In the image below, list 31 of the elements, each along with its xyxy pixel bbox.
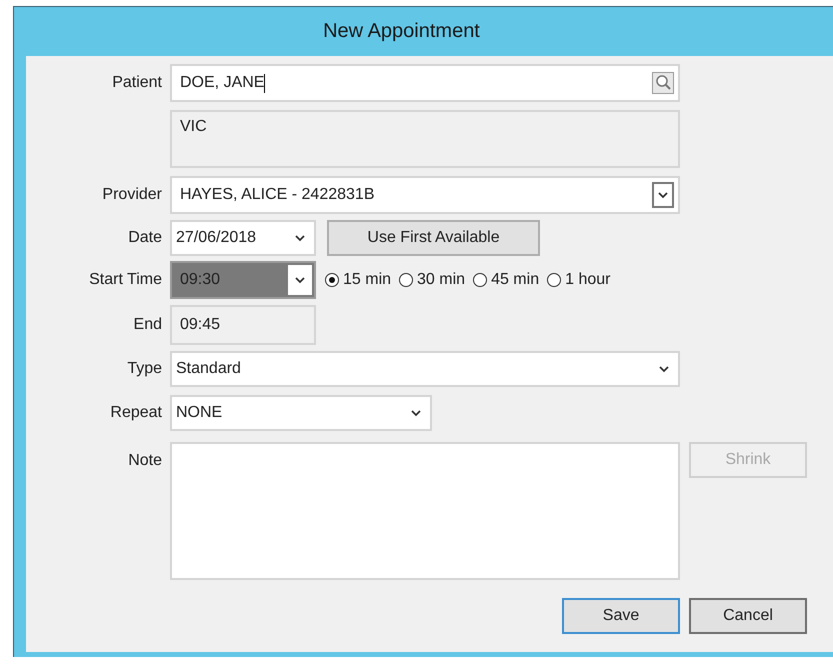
duration-radio[interactable]: 45 min [473, 271, 540, 289]
end-time-field: 09:45 [170, 305, 316, 345]
search-icon[interactable] [652, 72, 674, 94]
note-field[interactable] [170, 442, 680, 580]
dialog-button[interactable]: Save [562, 598, 680, 634]
address-box: VIC [170, 110, 680, 168]
field-label: Start Time [88, 271, 162, 289]
dialog-button[interactable]: Cancel [689, 598, 807, 634]
field-label: Repeat [109, 404, 162, 422]
chevron-down-icon [658, 365, 670, 373]
duration-radio[interactable]: 15 min [325, 271, 392, 289]
chevron-down-icon [410, 409, 422, 417]
chevron-down-icon[interactable] [652, 182, 674, 208]
duration-radio[interactable]: 30 min [399, 271, 466, 289]
chevron-down-icon [294, 234, 306, 242]
duration-radio[interactable]: 1 hour [547, 271, 610, 289]
date-dropdown[interactable]: 27/06/2018 [170, 220, 316, 256]
type-dropdown[interactable]: Standard [170, 351, 680, 387]
provider-dropdown[interactable]: HAYES, ALICE - 2422831B [170, 176, 680, 214]
patient-field[interactable]: DOE, JANE [170, 64, 680, 102]
field-label: Note [127, 451, 162, 470]
field-label: Provider [101, 186, 162, 204]
field-label: Patient [111, 74, 162, 92]
field-label: End [132, 316, 162, 334]
use-first-available-button[interactable]: Use First Available [327, 220, 540, 256]
field-label: Type [126, 360, 162, 378]
repeat-dropdown[interactable]: NONE [170, 395, 432, 431]
chevron-down-icon[interactable] [288, 265, 312, 295]
window-title: New Appointment [323, 20, 480, 43]
field-label: Date [127, 229, 162, 247]
start-time-dropdown[interactable]: 09:30 [170, 261, 316, 299]
